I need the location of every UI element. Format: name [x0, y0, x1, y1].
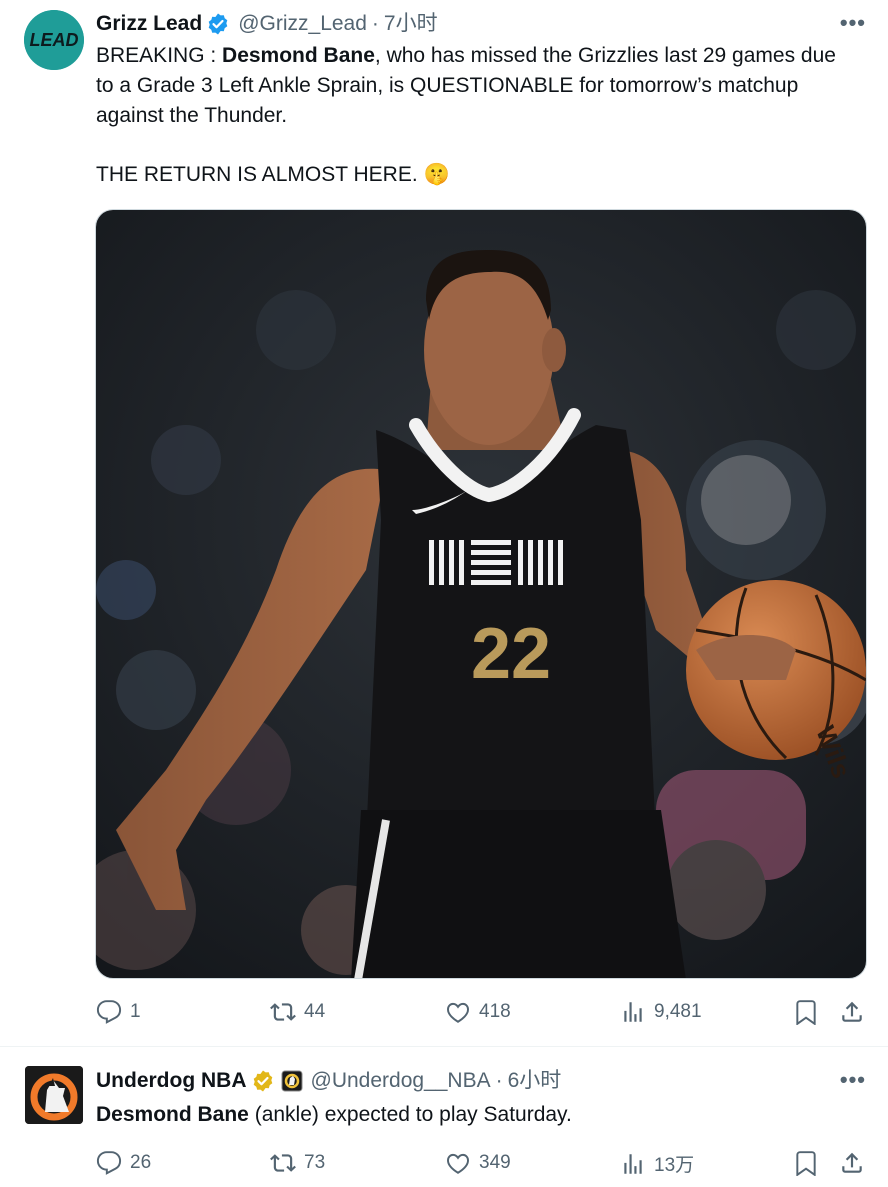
- reply-button[interactable]: 26: [96, 1150, 151, 1176]
- like-button[interactable]: 349: [445, 1150, 511, 1176]
- author-name[interactable]: Grizz Lead: [96, 11, 202, 37]
- tweet-photo[interactable]: 22 Wils: [95, 209, 867, 979]
- reply-icon: [96, 1000, 122, 1024]
- retweet-count: 73: [304, 1152, 326, 1173]
- bookmark-button[interactable]: [793, 1150, 819, 1176]
- retweet-button[interactable]: 73: [270, 1150, 325, 1176]
- svg-text:LEAD: LEAD: [30, 30, 79, 50]
- retweet-icon: [270, 1003, 296, 1021]
- views-icon: [624, 1002, 642, 1022]
- verified-badge-icon: [208, 13, 228, 35]
- tweet-underdog-nba[interactable]: Underdog NBA @Underdog__NBA · 6小时 ••• De…: [0, 1047, 888, 1187]
- affiliate-badge-icon: [281, 1070, 302, 1092]
- reply-count: 26: [130, 1152, 152, 1173]
- views-button[interactable]: 13万: [620, 1150, 694, 1177]
- lead-logo: LEAD: [24, 10, 84, 70]
- tweet-text-rest: (ankle) expected to play Saturday.: [248, 1103, 572, 1126]
- tweet-grizz-lead[interactable]: LEAD Grizz Lead @Grizz_Lead · 7小时 ••• BR…: [0, 0, 888, 1046]
- views-button[interactable]: 9,481: [620, 999, 702, 1025]
- basketball-player-photo: 22 Wils: [96, 210, 866, 978]
- reply-button[interactable]: 1: [96, 999, 141, 1025]
- jersey-number: 22: [471, 614, 551, 694]
- verified-gold-badge-icon: [253, 1070, 272, 1092]
- share-button[interactable]: [839, 1150, 865, 1176]
- tweet-text-line2: THE RETURN IS ALMOST HERE. 🤫: [96, 163, 450, 186]
- bookmark-icon: [796, 1000, 816, 1025]
- more-options-icon[interactable]: •••: [840, 10, 866, 36]
- bookmark-icon: [796, 1151, 816, 1176]
- timestamp[interactable]: 7小时: [384, 11, 438, 37]
- author-handle[interactable]: @Grizz_Lead: [238, 11, 367, 37]
- retweet-count: 44: [304, 1001, 326, 1022]
- separator-dot: ·: [495, 1069, 503, 1092]
- tweet-text: Desmond Bane (ankle) expected to play Sa…: [96, 1100, 856, 1130]
- share-button[interactable]: [839, 999, 865, 1025]
- retweet-icon: [270, 1154, 296, 1172]
- retweet-button[interactable]: 44: [270, 999, 325, 1025]
- bookmark-button[interactable]: [793, 999, 819, 1025]
- share-icon: [842, 1152, 862, 1173]
- more-options-icon[interactable]: •••: [840, 1067, 866, 1093]
- tweet-header: Underdog NBA @Underdog__NBA · 6小时: [96, 1068, 561, 1094]
- views-count: 9,481: [654, 1001, 702, 1022]
- like-count: 418: [479, 1001, 511, 1022]
- timestamp[interactable]: 6小时: [508, 1068, 562, 1094]
- heart-icon: [447, 1153, 469, 1174]
- avatar-underdog-nba[interactable]: [25, 1066, 83, 1124]
- reply-icon: [96, 1151, 122, 1175]
- tweet-header: Grizz Lead @Grizz_Lead · 7小时: [96, 11, 438, 37]
- views-icon: [624, 1153, 642, 1174]
- avatar-grizz-lead[interactable]: LEAD: [24, 10, 84, 70]
- views-count: 13万: [654, 1155, 695, 1176]
- like-count: 349: [479, 1152, 511, 1173]
- tweet-actions: 1 44 418 9,481: [96, 999, 868, 1029]
- underdog-logo: [25, 1066, 83, 1124]
- reply-count: 1: [130, 1001, 141, 1022]
- separator-dot: ·: [371, 12, 379, 35]
- tweet-text: BREAKING : Desmond Bane, who has missed …: [96, 41, 856, 131]
- author-name[interactable]: Underdog NBA: [96, 1068, 247, 1094]
- like-button[interactable]: 418: [445, 999, 511, 1025]
- tweet-actions: 26 73 349 13万: [96, 1150, 868, 1180]
- share-icon: [842, 1001, 862, 1022]
- author-handle[interactable]: @Underdog__NBA: [311, 1068, 491, 1094]
- tweet-text-bold: Desmond Bane: [96, 1103, 249, 1126]
- tweet-text-bold: Desmond Bane: [222, 44, 375, 67]
- tweet-text-prefix: BREAKING :: [96, 44, 223, 67]
- heart-icon: [447, 1002, 469, 1023]
